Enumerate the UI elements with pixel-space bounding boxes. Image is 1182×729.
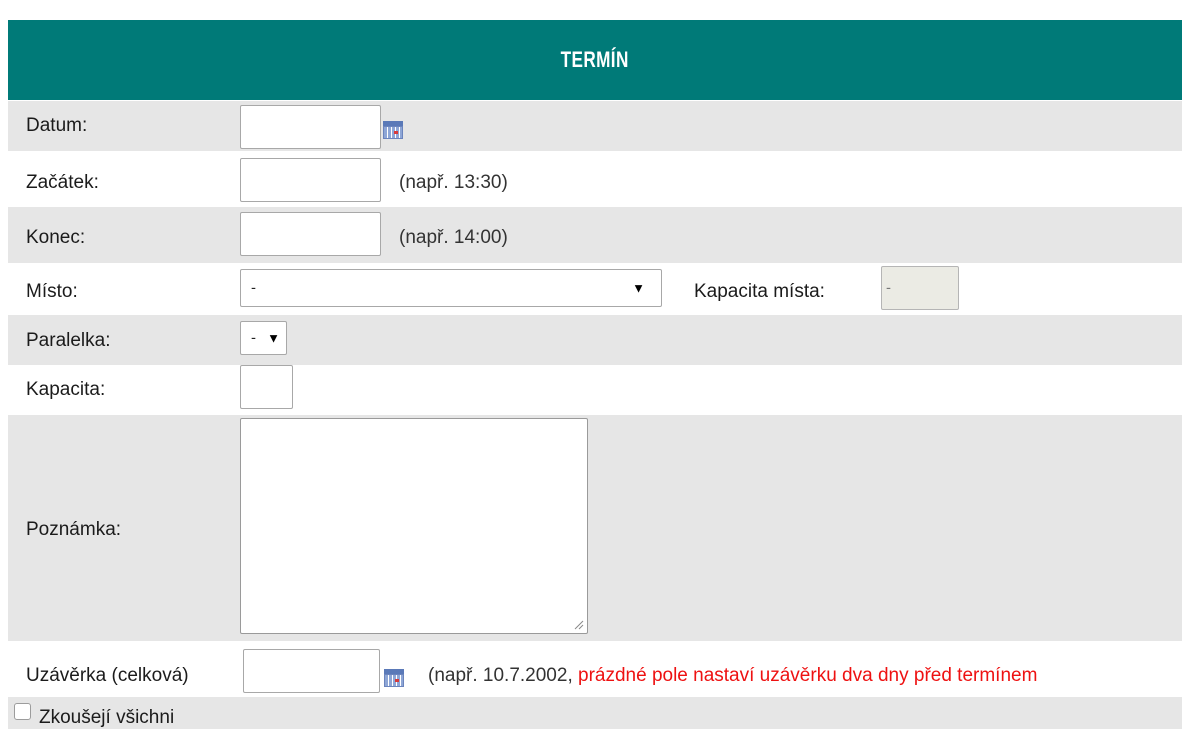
zkouseji-checkbox[interactable] [14,703,31,720]
uzaverka-hint-text: (např. 10.7.2002, [428,665,573,686]
konec-hint: (např. 14:00) [399,227,508,248]
triangle-down-icon: ▼ [632,280,645,296]
row-zkouseji: Zkoušejí všichni [8,697,1182,729]
zkouseji-label: Zkoušejí všichni [39,707,175,728]
kapacita-mista-field: - [881,266,959,310]
paralelka-label: Paralelka: [26,330,111,351]
kapacita-mista-value: - [886,279,891,297]
section-title: TERMÍN [560,47,630,72]
row-paralelka: Paralelka: - ▼ [8,315,1182,365]
uzaverka-input[interactable] [243,649,380,693]
konec-label: Konec: [26,227,86,248]
paralelka-selected-value: - [251,329,256,347]
row-uzaverka: Uzávěrka (celková) (např. 10.7.2002, prá… [8,641,1182,697]
konec-input[interactable] [240,212,381,256]
calendar-icon[interactable] [384,669,404,687]
uzaverka-label: Uzávěrka (celková) [26,665,189,686]
row-kapacita: Kapacita: [8,365,1182,415]
row-misto: Místo: - ▼ Kapacita místa: - [8,263,1182,315]
poznamka-label: Poznámka: [26,519,122,540]
uzaverka-hint: (např. 10.7.2002, prázdné pole nastaví u… [428,665,1037,687]
datum-label: Datum: [26,115,88,136]
zacatek-hint: (např. 13:30) [399,172,508,193]
row-konec: Konec: (např. 14:00) [8,207,1182,263]
row-zacatek: Začátek: (např. 13:30) [8,151,1182,207]
section-header: TERMÍN [8,20,1182,100]
uzaverka-warning: prázdné pole nastaví uzávěrku dva dny př… [578,665,1038,686]
kapacita-mista-label: Kapacita místa: [694,281,825,302]
misto-selected-value: - [251,279,256,297]
datum-input[interactable] [240,105,381,149]
kapacita-input[interactable] [240,365,293,409]
calendar-icon[interactable] [383,121,403,139]
resize-grip-icon[interactable] [574,620,584,630]
row-poznamka: Poznámka: [8,415,1182,641]
kapacita-label: Kapacita: [26,379,106,400]
zacatek-input[interactable] [240,158,381,202]
row-datum: Datum: [8,101,1182,151]
poznamka-textarea[interactable] [240,418,588,634]
triangle-down-icon: ▼ [267,330,280,346]
misto-label: Místo: [26,281,78,302]
misto-select[interactable]: - ▼ [240,269,662,307]
paralelka-select[interactable]: - ▼ [240,321,287,355]
zacatek-label: Začátek: [26,172,99,193]
